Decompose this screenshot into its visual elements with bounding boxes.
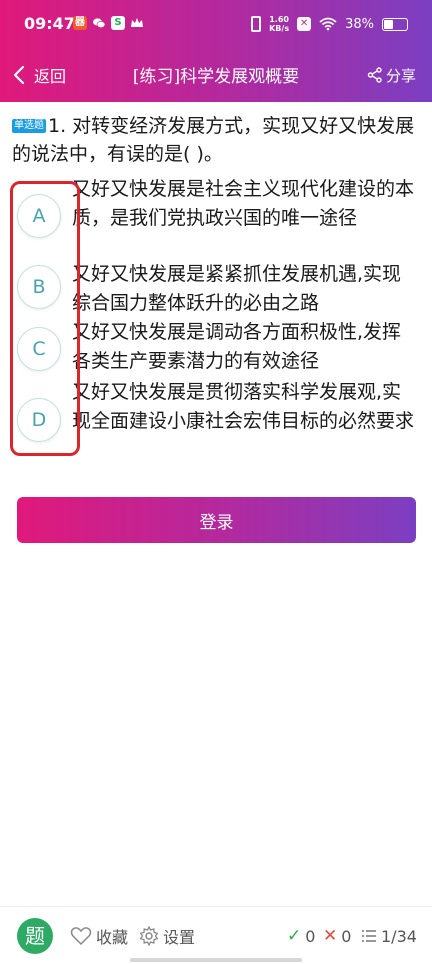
login-button[interactable]: 登录	[17, 497, 416, 543]
header: 09:47 器 S 1.60 KB/s ✕ 38% 返回 [练习]科学发展观概要 …	[0, 0, 432, 102]
vibrate-icon	[251, 16, 262, 32]
option-letter-circle[interactable]: D	[17, 398, 61, 442]
option-text[interactable]: 又好又快发展是调动各方面积极性,发挥各类生产要素潜力的有效途径	[72, 318, 420, 376]
status-time: 09:47	[24, 14, 75, 33]
cross-icon: ✕	[323, 926, 338, 946]
option-letter-circle[interactable]: B	[17, 265, 61, 309]
x-app-icon: ✕	[297, 17, 312, 31]
net-speed-unit: KB/s	[269, 24, 290, 33]
progress-button[interactable]: 1/34	[361, 924, 417, 948]
wifi-icon	[319, 17, 337, 31]
progress-value: 1/34	[381, 926, 417, 946]
bottom-toolbar: 题 收藏 设置 ✓ 0 ✕ 0 1/34	[0, 906, 432, 964]
notification-app-icon-2: S	[111, 16, 125, 30]
favorite-button[interactable]: 收藏	[70, 924, 128, 948]
heart-icon	[70, 927, 92, 946]
question: 单选题 1. 对转变经济发展方式，实现又好又快发展的说法中，有误的是( )。	[12, 112, 420, 168]
battery-percent: 38%	[345, 16, 374, 32]
favorite-label: 收藏	[96, 928, 129, 947]
option-letter-circle[interactable]: A	[17, 194, 61, 238]
option-letter-circle[interactable]: C	[17, 327, 61, 371]
list-icon	[362, 930, 376, 942]
question-type-tag: 单选题	[12, 119, 46, 133]
crown-icon	[130, 16, 144, 30]
option-text[interactable]: 又好又快发展是紧紧抓住发展机遇,实现综合国力整体跃升的必由之路	[72, 260, 420, 318]
check-icon: ✓	[287, 926, 302, 946]
nav-bar: 返回 [练习]科学发展观概要 分享	[0, 48, 432, 102]
correct-count: ✓ 0	[287, 924, 315, 948]
notification-app-icon: 器	[73, 16, 87, 30]
status-bar: 09:47 器 S 1.60 KB/s ✕ 38%	[0, 0, 432, 48]
app-logo[interactable]: 题	[17, 918, 53, 954]
status-right: 1.60 KB/s ✕ 38%	[251, 13, 408, 35]
settings-label: 设置	[163, 928, 196, 947]
network-speed: 1.60 KB/s	[269, 15, 289, 33]
home-indicator[interactable]	[130, 958, 302, 962]
wrong-count-value: 0	[341, 926, 352, 946]
settings-button[interactable]: 设置	[139, 924, 195, 948]
share-button[interactable]: 分享	[367, 60, 416, 90]
net-speed-value: 1.60	[269, 15, 289, 24]
correct-count-value: 0	[305, 926, 316, 946]
wrong-count: ✕ 0	[323, 924, 351, 948]
share-icon	[367, 67, 382, 83]
battery-level	[384, 19, 394, 29]
share-label: 分享	[385, 66, 416, 85]
wechat-icon	[92, 16, 106, 30]
option-text[interactable]: 又好又快发展是贯彻落实科学发展观,实现全面建设小康社会宏伟目标的必然要求	[72, 378, 420, 436]
battery-icon	[382, 17, 408, 31]
question-text: 1. 对转变经济发展方式，实现又好又快发展的说法中，有误的是( )。	[12, 115, 415, 165]
gear-icon	[139, 926, 159, 946]
option-text[interactable]: 又好又快发展是社会主义现代化建设的本质，是我们党执政兴国的唯一途径	[72, 175, 420, 233]
